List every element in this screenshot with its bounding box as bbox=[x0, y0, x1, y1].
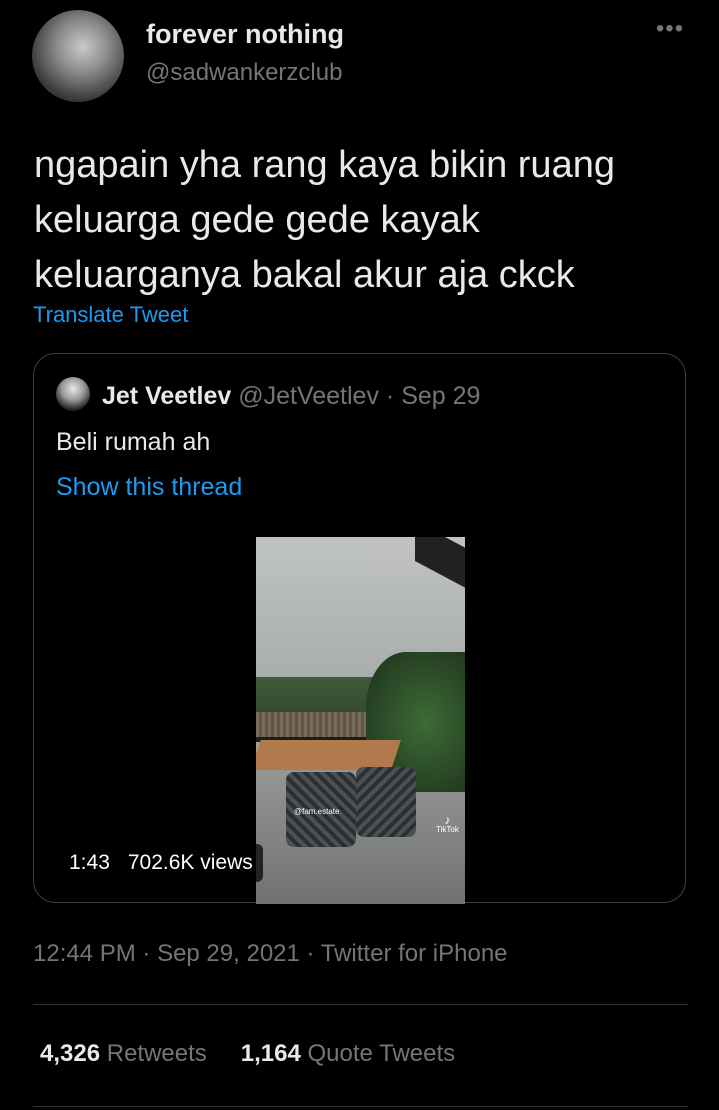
quoted-tweet-text: Beli rumah ah bbox=[56, 428, 211, 456]
show-thread-link[interactable]: Show this thread bbox=[56, 473, 242, 502]
tweet-time[interactable]: 12:44 PM bbox=[33, 940, 136, 967]
divider bbox=[33, 1106, 688, 1107]
retweets-count: 4,326 bbox=[40, 1040, 101, 1067]
author-name[interactable]: forever nothing bbox=[146, 19, 344, 50]
retweets-label: Retweets bbox=[106, 1040, 207, 1067]
tiktok-icon: ♪ bbox=[444, 813, 451, 827]
tiktok-watermark: ♪ TikTok bbox=[436, 813, 459, 835]
video-views: 702.6K views bbox=[127, 851, 253, 874]
video-stats-badge: 1:43 702.6K views bbox=[59, 844, 263, 882]
quoted-author-avatar[interactable] bbox=[56, 377, 90, 411]
video-chair bbox=[356, 767, 416, 837]
quote-tweets-label: Quote Tweets bbox=[307, 1040, 456, 1067]
retweets-stat[interactable]: 4,326 Retweets bbox=[40, 1040, 207, 1067]
quoted-author-handle[interactable]: @JetVeetlev bbox=[238, 382, 379, 410]
author-handle[interactable]: @sadwankerzclub bbox=[146, 59, 342, 87]
video-thumbnail[interactable]: @fam.estate ♪ TikTok bbox=[256, 537, 465, 904]
more-dots-icon[interactable]: ••• bbox=[652, 14, 688, 50]
divider bbox=[33, 1004, 688, 1005]
quote-tweets-stat[interactable]: 1,164 Quote Tweets bbox=[241, 1040, 455, 1067]
tweet-source[interactable]: Twitter for iPhone bbox=[321, 940, 508, 967]
quoted-tweet-header: Jet Veetlev @JetVeetlev · Sep 29 bbox=[102, 382, 480, 411]
tweet-text: ngapain yha rang kaya bikin ruang keluar… bbox=[34, 144, 615, 296]
quoted-author-name[interactable]: Jet Veetlev bbox=[102, 382, 231, 410]
tweet-stats: 4,326 Retweets 1,164 Quote Tweets bbox=[40, 1040, 455, 1068]
author-avatar[interactable] bbox=[32, 10, 124, 102]
tweet-date[interactable]: Sep 29, 2021 bbox=[157, 940, 300, 967]
quoted-tweet-date[interactable]: Sep 29 bbox=[401, 382, 480, 410]
translate-tweet-link[interactable]: Translate Tweet bbox=[33, 302, 188, 328]
video-duration: 1:43 bbox=[69, 851, 110, 874]
quoted-tweet[interactable]: Jet Veetlev @JetVeetlev · Sep 29 Beli ru… bbox=[33, 353, 686, 904]
tiktok-label: TikTok bbox=[436, 825, 459, 834]
tweet-timestamp: 12:44 PM · Sep 29, 2021 · Twitter for iP… bbox=[33, 940, 508, 968]
video-table bbox=[256, 740, 401, 770]
dot-separator: · bbox=[299, 940, 321, 967]
quote-tweets-count: 1,164 bbox=[240, 1040, 301, 1067]
dot-separator: · bbox=[378, 382, 402, 410]
dot-separator: · bbox=[135, 940, 158, 967]
video-watermark-handle: @fam.estate bbox=[294, 807, 340, 816]
